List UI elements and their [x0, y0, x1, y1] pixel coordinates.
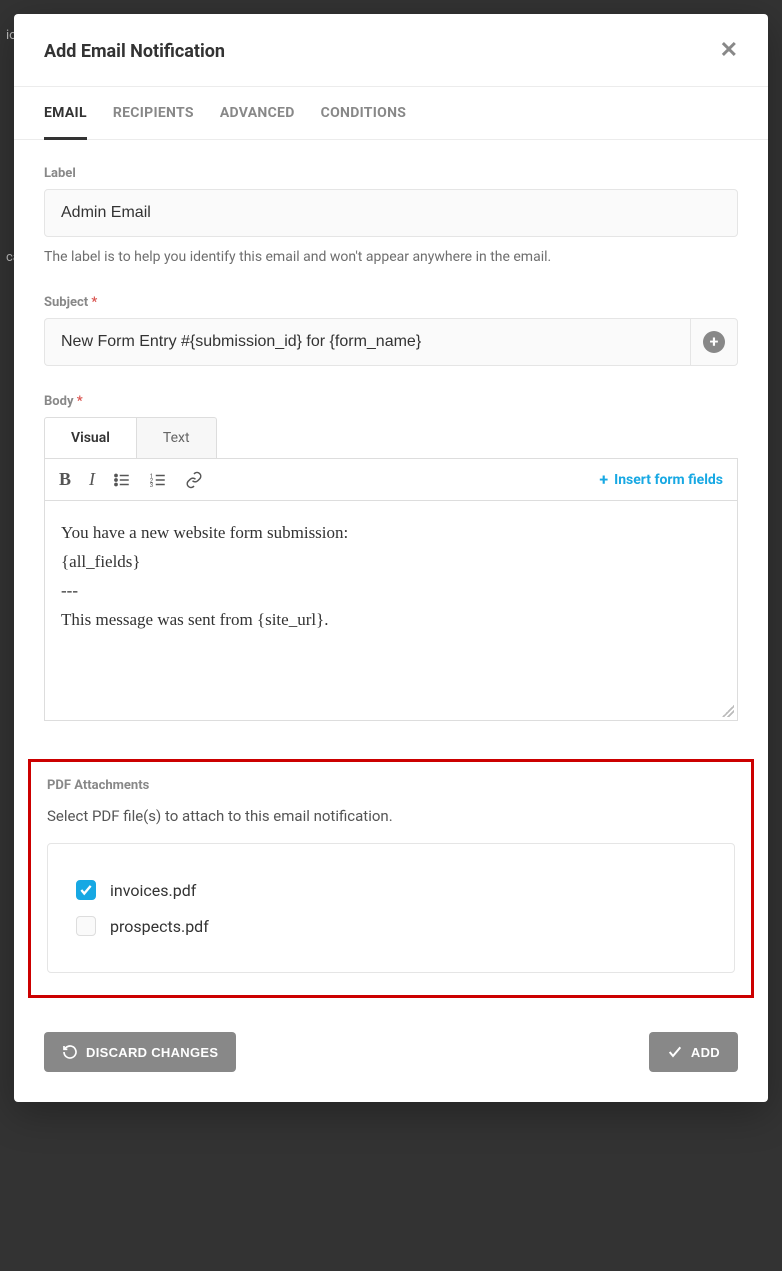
editor-tabs: Visual Text	[44, 417, 738, 458]
modal-title: Add Email Notification	[44, 41, 225, 62]
bullet-list-icon[interactable]	[113, 471, 131, 489]
link-icon[interactable]	[185, 471, 203, 489]
body-field: Body * Visual Text B I 123	[44, 394, 738, 721]
subject-field-label: Subject *	[44, 295, 738, 310]
tab-email[interactable]: EMAIL	[44, 87, 87, 140]
pdf-attachments-hint: Select PDF file(s) to attach to this ema…	[47, 807, 735, 825]
attachment-name: invoices.pdf	[110, 881, 196, 900]
label-input[interactable]	[44, 189, 738, 237]
number-list-icon[interactable]: 123	[149, 471, 167, 489]
editor-toolbar: B I 123 + Insert form fields	[44, 458, 738, 501]
add-button[interactable]: ADD	[649, 1032, 738, 1072]
subject-insert-button[interactable]: +	[690, 318, 738, 366]
pdf-attachments-list: invoices.pdf prospects.pdf	[47, 843, 735, 973]
check-icon	[667, 1044, 683, 1060]
insert-form-fields-label: Insert form fields	[614, 472, 723, 488]
modal-header: Add Email Notification ✕	[14, 14, 768, 87]
bold-icon[interactable]: B	[59, 469, 71, 490]
plus-circle-icon: +	[703, 331, 725, 353]
attachment-item: invoices.pdf	[76, 872, 706, 908]
attachment-checkbox[interactable]	[76, 880, 96, 900]
editor-tab-text[interactable]: Text	[137, 417, 217, 458]
tab-conditions[interactable]: CONDITIONS	[321, 87, 407, 139]
body-field-label: Body *	[44, 394, 738, 409]
tab-advanced[interactable]: ADVANCED	[220, 87, 295, 139]
attachment-checkbox[interactable]	[76, 916, 96, 936]
close-icon[interactable]: ✕	[720, 40, 738, 62]
add-label: ADD	[691, 1045, 720, 1060]
pdf-attachments-title: PDF Attachments	[47, 778, 735, 793]
svg-text:3: 3	[150, 482, 153, 489]
discard-changes-button[interactable]: DISCARD CHANGES	[44, 1032, 236, 1072]
subject-input[interactable]	[44, 318, 690, 366]
tabs: EMAIL RECIPIENTS ADVANCED CONDITIONS	[14, 87, 768, 140]
form-body: Label The label is to help you identify …	[14, 140, 768, 759]
undo-icon	[62, 1044, 78, 1060]
pdf-attachments-section: PDF Attachments Select PDF file(s) to at…	[28, 759, 754, 998]
insert-form-fields-button[interactable]: + Insert form fields	[599, 470, 723, 489]
body-label-text: Body	[44, 394, 74, 409]
label-field: Label The label is to help you identify …	[44, 166, 738, 267]
italic-icon[interactable]: I	[89, 469, 95, 490]
subject-field: Subject * +	[44, 295, 738, 366]
resize-grip-icon[interactable]	[722, 705, 734, 717]
required-asterisk: *	[91, 295, 97, 310]
label-field-hint: The label is to help you identify this e…	[44, 247, 738, 267]
tab-recipients[interactable]: RECIPIENTS	[113, 87, 194, 139]
label-field-label: Label	[44, 166, 738, 181]
discard-label: DISCARD CHANGES	[86, 1045, 218, 1060]
plus-icon: +	[599, 470, 608, 489]
body-editor[interactable]: You have a new website form submission: …	[44, 501, 738, 721]
add-email-notification-modal: Add Email Notification ✕ EMAIL RECIPIENT…	[14, 14, 768, 1102]
required-asterisk: *	[77, 394, 83, 409]
attachment-name: prospects.pdf	[110, 917, 209, 936]
attachment-item: prospects.pdf	[76, 908, 706, 944]
body-editor-text: You have a new website form submission: …	[61, 523, 348, 629]
modal-footer: DISCARD CHANGES ADD	[14, 1008, 768, 1102]
subject-label-text: Subject	[44, 295, 88, 310]
editor-tab-visual[interactable]: Visual	[44, 417, 137, 458]
